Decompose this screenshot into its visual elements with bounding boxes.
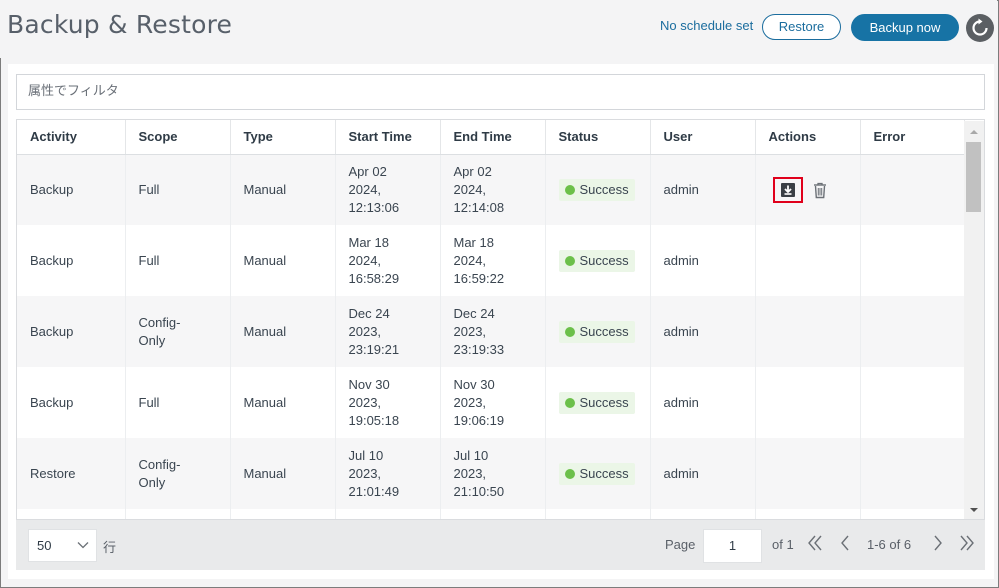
- rows-label: 行: [103, 541, 117, 556]
- status-badge: Success: [558, 320, 635, 343]
- cell-actions: [755, 367, 861, 438]
- cell-actions: [755, 296, 861, 367]
- table-row[interactable]: Backup Full Manual Mar 18 2024, 16:58:29 M…: [17, 225, 965, 296]
- cell-scope: Config- Only: [125, 296, 231, 367]
- page-title: Backup & Restore: [7, 10, 233, 39]
- backup-table: Activity Scope Type Start Time End Time …: [16, 119, 985, 520]
- cell-scope: Full: [125, 225, 231, 296]
- table-row[interactable]: Restore Config- Only Manual Jul 10 2023, 21…: [17, 438, 965, 509]
- refresh-button[interactable]: [966, 14, 994, 42]
- cell-user: admin: [650, 296, 756, 367]
- cell-scope: Full: [125, 367, 231, 438]
- cell-error: [860, 438, 965, 509]
- cell-type: Manual: [230, 367, 336, 438]
- cell-user: admin: [650, 367, 756, 438]
- cell-end-time: Apr 02 2024, 12:14:08: [440, 154, 546, 225]
- cell-status: Success: [545, 154, 651, 225]
- refresh-icon: [972, 18, 988, 36]
- cell-actions: [755, 154, 861, 225]
- schedule-status: No schedule set: [660, 18, 754, 33]
- cell-activity: Restore: [17, 438, 126, 509]
- status-badge: Success: [558, 178, 635, 201]
- cell-activity: Backup: [17, 367, 126, 438]
- column-header-status[interactable]: Status: [545, 120, 651, 155]
- cell-start-time: Dec 24 2023, 23:19:21: [335, 296, 441, 367]
- first-page-icon[interactable]: [806, 533, 824, 553]
- cell-status: Success: [545, 296, 651, 367]
- chevron-down-icon[interactable]: [76, 538, 90, 552]
- success-dot-icon: [564, 397, 575, 408]
- scroll-up-icon[interactable]: [964, 125, 984, 139]
- backup-now-button[interactable]: Backup now: [851, 14, 959, 41]
- cell-user: admin: [650, 225, 756, 296]
- page-label: Page: [665, 537, 696, 552]
- page-range-label: 1-6 of 6: [867, 537, 912, 552]
- next-page-icon[interactable]: [929, 533, 947, 553]
- table-header-row: Activity Scope Type Start Time End Time …: [17, 120, 965, 155]
- cell-error: [860, 296, 965, 367]
- cell-activity: Backup: [17, 296, 126, 367]
- cell-status: Success: [545, 367, 651, 438]
- cell-type: Manual: [230, 296, 336, 367]
- status-badge: Success: [558, 462, 635, 485]
- table-row-partial[interactable]: [17, 509, 965, 519]
- cell-user: admin: [650, 438, 756, 509]
- column-header-error[interactable]: Error: [860, 120, 965, 155]
- cell-start-time: Nov 30 2023, 19:05:18: [335, 367, 441, 438]
- table-row[interactable]: Backup Full Manual Apr 02 2024, 12:13:06 A…: [17, 154, 965, 225]
- cell-error: [860, 367, 965, 438]
- column-header-scope[interactable]: Scope: [125, 120, 231, 155]
- success-dot-icon: [564, 468, 575, 479]
- column-header-activity[interactable]: Activity: [17, 120, 126, 155]
- cell-error: [860, 154, 965, 225]
- table-row[interactable]: Backup Config- Only Manual Dec 24 2023, 23:…: [17, 296, 965, 367]
- cell-scope: Config- Only: [125, 438, 231, 509]
- trash-icon[interactable]: [812, 181, 828, 199]
- cell-end-time: Jul 10 2023, 21:10:50: [440, 438, 546, 509]
- download-icon: [780, 182, 795, 197]
- restore-button[interactable]: Restore: [762, 14, 841, 40]
- cell-type: Manual: [230, 438, 336, 509]
- status-badge: Success: [558, 249, 635, 272]
- cell-start-time: Mar 18 2024, 16:58:29: [335, 225, 441, 296]
- cell-status: Success: [545, 438, 651, 509]
- status-badge: Success: [558, 391, 635, 414]
- column-header-actions: Actions: [755, 120, 861, 155]
- success-dot-icon: [564, 184, 575, 195]
- prev-page-icon[interactable]: [836, 533, 854, 553]
- cell-type: Manual: [230, 154, 336, 225]
- cell-start-time: Jul 10 2023, 21:01:49: [335, 438, 441, 509]
- cell-start-time: Apr 02 2024, 12:13:06: [335, 154, 441, 225]
- cell-actions: [755, 225, 861, 296]
- cell-end-time: Dec 24 2023, 23:19:33: [440, 296, 546, 367]
- cell-error: [860, 225, 965, 296]
- download-button[interactable]: [772, 176, 803, 203]
- page-total-label: of 1: [772, 537, 794, 552]
- column-header-end-time[interactable]: End Time: [440, 120, 546, 155]
- cell-activity: Backup: [17, 225, 126, 296]
- scroll-down-icon[interactable]: [964, 503, 984, 517]
- cell-status: Success: [545, 225, 651, 296]
- success-dot-icon: [564, 326, 575, 337]
- cell-type: Manual: [230, 225, 336, 296]
- cell-user: admin: [650, 154, 756, 225]
- table-row[interactable]: Backup Full Manual Nov 30 2023, 19:05:18 N…: [17, 367, 965, 438]
- column-header-user[interactable]: User: [650, 120, 756, 155]
- page-header: Backup & Restore: [0, 0, 997, 58]
- cell-end-time: Nov 30 2023, 19:06:19: [440, 367, 546, 438]
- cell-actions: [755, 438, 861, 509]
- last-page-icon[interactable]: [958, 533, 976, 553]
- cell-activity: Backup: [17, 154, 126, 225]
- success-dot-icon: [564, 255, 575, 266]
- page-number-input[interactable]: 1: [703, 529, 762, 563]
- attribute-filter-input[interactable]: 属性でフィルタ: [16, 74, 985, 110]
- scrollbar-thumb[interactable]: [966, 142, 981, 212]
- cell-scope: Full: [125, 154, 231, 225]
- column-header-start-time[interactable]: Start Time: [335, 120, 441, 155]
- column-header-type[interactable]: Type: [230, 120, 336, 155]
- cell-end-time: Mar 18 2024, 16:59:22: [440, 225, 546, 296]
